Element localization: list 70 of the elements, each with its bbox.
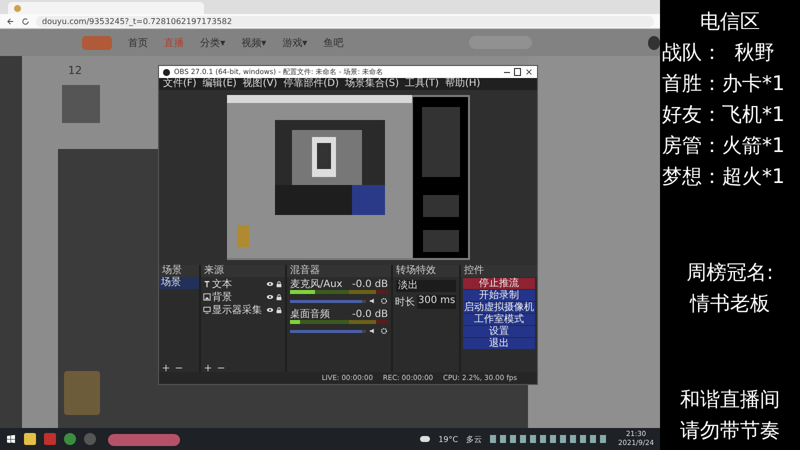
nav-link[interactable]: 视频▾ (241, 36, 266, 50)
notice-pill[interactable] (108, 434, 180, 446)
control-button[interactable]: 工作室模式 (463, 314, 535, 325)
menu-item[interactable]: 停靠部件(D) (283, 78, 339, 90)
overlay-text: 梦想：超火*1 (661, 163, 785, 190)
stat-count: 12 (68, 64, 82, 77)
menu-item[interactable]: 帮助(H) (444, 78, 480, 90)
settings-icon[interactable] (380, 327, 388, 335)
text-icon (203, 280, 211, 288)
channel-reading: -0.0 dB (352, 279, 388, 290)
transition-select[interactable]: 淡出 (396, 280, 456, 292)
overlay-text: 战队： 秋野 (661, 39, 775, 66)
maximize-icon[interactable] (514, 68, 521, 76)
overlay-text: 首胜：办卡*1 (661, 70, 785, 97)
lock-icon[interactable] (275, 292, 283, 300)
eye-icon[interactable] (266, 280, 274, 288)
menu-item[interactable]: 编辑(E) (202, 78, 237, 90)
overlay-text: 情书老板 (690, 290, 770, 317)
overlay-text: 和谐直播间 (680, 386, 780, 413)
streamer-photo (62, 85, 100, 123)
lock-icon[interactable] (275, 280, 283, 288)
close-icon[interactable] (525, 68, 533, 76)
menu-item[interactable]: 视图(V) (242, 78, 278, 90)
menu-item[interactable]: 场景集合(S) (344, 78, 400, 90)
duration-field[interactable]: 300 ms (417, 295, 456, 309)
windows-icon[interactable] (6, 434, 16, 444)
speaker-icon[interactable] (369, 327, 377, 335)
avatar-icon[interactable] (648, 36, 660, 50)
source-item[interactable]: 背景 (212, 290, 265, 304)
source-item[interactable]: 显示器采集 (212, 302, 265, 316)
control-button[interactable]: 退出 (463, 338, 535, 349)
lock-icon[interactable] (275, 306, 283, 314)
source-item[interactable]: 文本 (212, 276, 265, 290)
image-icon (203, 292, 211, 300)
duration-label: 时长 (395, 296, 415, 309)
add-icon[interactable] (204, 364, 212, 372)
overlay-text: 周榜冠名: (686, 259, 774, 286)
overlay-text: 房管：火箭*1 (661, 132, 785, 159)
dock-title: 转场特效 (393, 265, 459, 277)
channel-name: 麦克风/Aux (290, 279, 342, 290)
nav-link[interactable]: 游戏▾ (282, 36, 308, 50)
nav-link[interactable]: 鱼吧 (323, 36, 344, 50)
menu-item[interactable]: 文件(F) (163, 78, 197, 90)
dock-title: 控件 (461, 265, 537, 277)
eye-icon[interactable] (266, 292, 274, 300)
overlay-text: 好友：飞机*1 (661, 101, 785, 128)
control-button[interactable]: 启动虚拟摄像机 (463, 302, 535, 313)
overlay-text: 电信区 (700, 8, 760, 35)
weather-text: 多云 (466, 434, 482, 444)
menu-item[interactable]: 工具(T) (405, 78, 439, 90)
monitor-icon (203, 306, 211, 314)
temperature: 19°C (438, 434, 458, 444)
back-icon[interactable] (6, 16, 15, 26)
speaker-icon[interactable] (369, 297, 377, 305)
reload-icon[interactable] (21, 16, 30, 26)
eye-icon[interactable] (266, 306, 274, 314)
cloud-icon (420, 436, 430, 442)
control-button[interactable]: 开始录制 (463, 290, 535, 301)
channel-reading: -0.0 dB (352, 309, 388, 320)
overlay-text: 请勿带节奏 (680, 417, 780, 444)
settings-icon[interactable] (380, 297, 388, 305)
channel-name: 桌面音频 (290, 309, 330, 320)
address-field[interactable]: douyu.com/9353245?_t=0.7281062197173582 (36, 16, 654, 26)
add-icon[interactable] (162, 364, 170, 372)
scene-item[interactable]: 场景 (159, 277, 199, 289)
dock-title: 混音器 (287, 265, 391, 277)
control-button[interactable]: 停止推流 (463, 278, 535, 289)
dock-title: 场景 (159, 265, 199, 277)
control-button[interactable]: 设置 (463, 326, 535, 337)
dock-title: 来源 (201, 265, 285, 277)
